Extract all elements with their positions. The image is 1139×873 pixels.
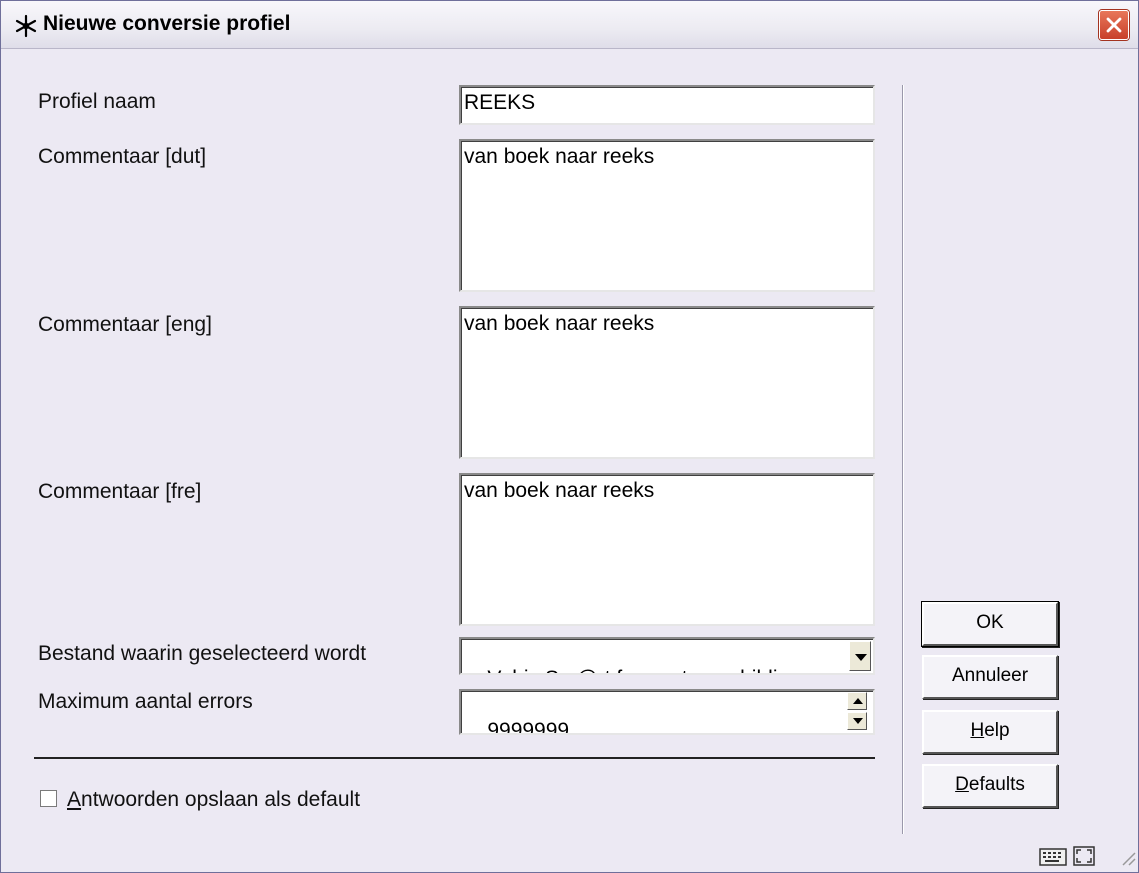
profile-name-input[interactable]: REEKS <box>459 85 875 125</box>
file-label: Bestand waarin geselecteerd wordt <box>38 642 367 665</box>
max-errors-label: Maximum aantal errors <box>38 690 253 713</box>
comment-fre-label: Commentaar [fre] <box>38 480 202 503</box>
keyboard-icon[interactable] <box>1039 845 1067 872</box>
asterisk-icon <box>13 13 39 39</box>
save-default-label[interactable]: Antwoorden opslaan als default <box>67 788 360 812</box>
defaults-button[interactable]: Defaults <box>922 764 1058 808</box>
window-title: Nieuwe conversie profiel <box>43 12 291 35</box>
file-select[interactable]: Vubis Sm@rt formaat voor biblio <box>459 637 875 675</box>
title-bar[interactable]: Nieuwe conversie profiel <box>1 1 1138 49</box>
file-select-value: Vubis Sm@rt formaat voor biblio <box>487 667 789 673</box>
comment-dut-textarea[interactable]: van boek naar reeks <box>459 139 875 292</box>
comment-eng-label: Commentaar [eng] <box>38 313 212 336</box>
help-button[interactable]: Help <box>922 710 1058 754</box>
chevron-down-icon[interactable] <box>849 641 871 671</box>
comment-dut-label: Commentaar [dut] <box>38 145 207 168</box>
close-button[interactable] <box>1099 10 1129 40</box>
profile-name-label: Profiel naam <box>38 90 156 113</box>
resize-icon[interactable] <box>1072 845 1096 872</box>
spin-up-icon[interactable] <box>847 692 867 710</box>
spin-down-icon[interactable] <box>847 712 867 730</box>
dialog-window: Nieuwe conversie profiel Profiel naam RE… <box>0 0 1139 873</box>
save-default-checkbox[interactable] <box>40 790 57 807</box>
cancel-button[interactable]: Annuleer <box>922 655 1058 699</box>
max-errors-stepper[interactable]: 9999999 <box>459 689 875 735</box>
ok-button[interactable]: OK <box>922 602 1058 646</box>
comment-fre-textarea[interactable]: van boek naar reeks <box>459 473 875 626</box>
size-grip-icon[interactable] <box>1119 849 1137 872</box>
vertical-separator <box>902 85 904 834</box>
comment-eng-textarea[interactable]: van boek naar reeks <box>459 306 875 459</box>
separator <box>34 757 875 759</box>
max-errors-value: 9999999 <box>487 719 570 735</box>
